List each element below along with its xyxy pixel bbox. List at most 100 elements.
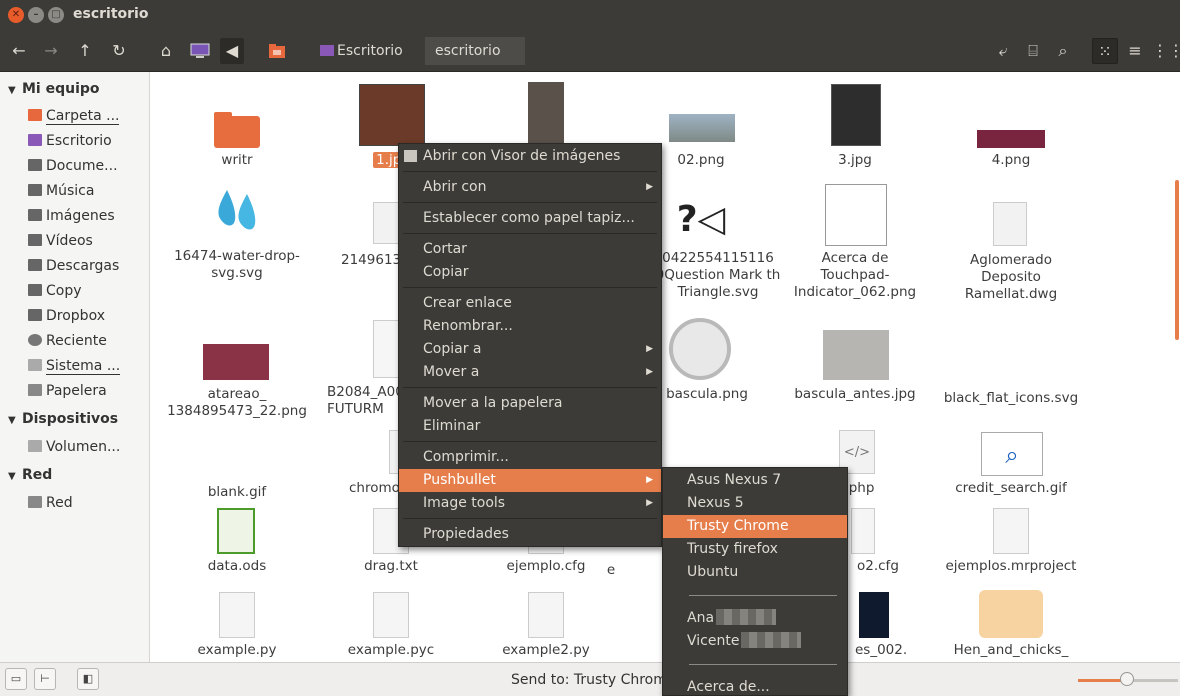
compact-view-icon[interactable]: ⋮⋮ bbox=[1152, 38, 1180, 64]
network-icon bbox=[28, 496, 42, 508]
sidebar-item-volumen[interactable]: Volumen... bbox=[28, 439, 120, 455]
file-item[interactable]: 16474-water-drop-svg.svg bbox=[167, 184, 307, 282]
back-arrow-icon[interactable]: ← bbox=[8, 38, 30, 64]
zoom-slider-handle[interactable] bbox=[1120, 672, 1134, 686]
breadcrumb-current[interactable]: escritorio bbox=[425, 37, 525, 65]
image-thumb bbox=[859, 592, 889, 638]
menu-item-mover-papelera[interactable]: Mover a la papelera bbox=[399, 392, 661, 415]
submenu-item-vicente[interactable]: Vicente bbox=[663, 630, 847, 653]
menu-item-cortar[interactable]: Cortar bbox=[399, 238, 661, 261]
menu-item-mover-a[interactable]: Mover a ▶ bbox=[399, 361, 661, 384]
reload-icon[interactable]: ↻ bbox=[108, 38, 130, 64]
file-item[interactable]: black_flat_icons.svg bbox=[941, 386, 1081, 407]
submenu-item-acerca-de[interactable]: Acerca de... bbox=[663, 676, 847, 696]
sidebar-item-papelera[interactable]: Papelera bbox=[28, 383, 107, 399]
grid-view-icon[interactable]: ⁙ bbox=[1092, 38, 1118, 64]
file-item[interactable]: ?◁ 0422554115116 0Question Mark th Trian… bbox=[643, 200, 793, 301]
file-item[interactable] bbox=[476, 82, 616, 150]
sidebar-item-carpeta[interactable]: Carpeta ... bbox=[28, 108, 120, 125]
file-item[interactable]: o2.cfg bbox=[841, 508, 911, 575]
sidebar-item-dropbox[interactable]: Dropbox bbox=[28, 308, 105, 324]
file-label: 3.jpg bbox=[838, 152, 872, 168]
file-item[interactable]: bascula_antes.jpg bbox=[785, 330, 925, 403]
drive-icon bbox=[28, 359, 42, 371]
computer-icon[interactable] bbox=[188, 38, 212, 64]
submenu-item-asus-nexus-7[interactable]: Asus Nexus 7 bbox=[663, 469, 847, 492]
minimize-window-button[interactable]: – bbox=[28, 7, 44, 23]
menu-item-abrir-visor[interactable]: Abrir con Visor de imágenes bbox=[399, 145, 661, 168]
path-scroll-left-button[interactable]: ◀ bbox=[220, 38, 244, 64]
file-item[interactable]: blank.gif bbox=[167, 480, 307, 501]
file-item[interactable]: ejemplos.mrproject bbox=[941, 508, 1081, 575]
menu-item-propiedades[interactable]: Propiedades bbox=[399, 523, 661, 546]
image-thumb bbox=[669, 114, 735, 142]
file-item[interactable]: Hen_and_chicks_ bbox=[941, 590, 1081, 659]
breadcrumb-escritorio[interactable]: Escritorio bbox=[310, 37, 413, 65]
document-icon bbox=[993, 202, 1027, 246]
sidebar-section-mi-equipo[interactable]: ▼ Mi equipo bbox=[8, 81, 100, 97]
file-label: atareao_ 1384895473_22.png bbox=[167, 386, 307, 419]
expand-arrow-icon: ▼ bbox=[8, 415, 16, 426]
file-label: example.pyc bbox=[347, 642, 435, 658]
file-item[interactable]: atareao_ 1384895473_22.png bbox=[167, 344, 307, 420]
file-item[interactable]: writr bbox=[167, 110, 307, 169]
menu-item-papel-tapiz[interactable]: Establecer como papel tapiz... bbox=[399, 207, 661, 230]
file-item[interactable]: example2.py bbox=[476, 592, 616, 659]
file-label: es_002. bbox=[855, 642, 908, 658]
submenu-item-trusty-firefox[interactable]: Trusty firefox bbox=[663, 538, 847, 561]
list-view-icon[interactable]: ≡ bbox=[1124, 38, 1146, 64]
show-places-button[interactable]: ▭ bbox=[5, 668, 27, 690]
sidebar-item-videos[interactable]: Vídeos bbox=[28, 233, 93, 249]
menu-item-copiar[interactable]: Copiar bbox=[399, 261, 661, 284]
sidebar-item-imagenes[interactable]: Imágenes bbox=[28, 208, 115, 224]
file-item[interactable]: example.py bbox=[167, 592, 307, 659]
file-item[interactable]: example.pyc bbox=[321, 592, 461, 659]
menu-item-copiar-a[interactable]: Copiar a ▶ bbox=[399, 338, 661, 361]
sidebar-item-documentos[interactable]: Docume... bbox=[28, 158, 118, 174]
search-thumb: ⌕ bbox=[981, 432, 1043, 476]
sidebar-item-sistema[interactable]: Sistema ... bbox=[28, 358, 121, 375]
forward-arrow-icon[interactable]: → bbox=[40, 38, 62, 64]
sidebar-item-reciente[interactable]: Reciente bbox=[28, 333, 107, 349]
submenu-item-ana[interactable]: Ana bbox=[663, 607, 847, 630]
close-window-button[interactable]: ✕ bbox=[8, 7, 24, 23]
sidebar-item-musica[interactable]: Música bbox=[28, 183, 94, 199]
pushbullet-submenu: Asus Nexus 7 Nexus 5 Trusty Chrome Trust… bbox=[662, 467, 848, 696]
submenu-item-ubuntu[interactable]: Ubuntu bbox=[663, 561, 847, 584]
menu-item-abrir-con[interactable]: Abrir con ▶ bbox=[399, 176, 661, 199]
sidebar-section-dispositivos[interactable]: ▼ Dispositivos bbox=[8, 411, 118, 427]
file-item[interactable]: e bbox=[591, 558, 631, 579]
up-arrow-icon[interactable]: ↑ bbox=[74, 38, 96, 64]
scrollbar[interactable] bbox=[1175, 180, 1179, 340]
submenu-item-nexus-5[interactable]: Nexus 5 bbox=[663, 492, 847, 515]
menu-item-image-tools[interactable]: Image tools ▶ bbox=[399, 492, 661, 515]
home-icon[interactable]: ⌂ bbox=[155, 38, 177, 64]
file-item[interactable]: es_002. bbox=[841, 592, 931, 659]
menu-item-eliminar[interactable]: Eliminar bbox=[399, 415, 661, 438]
show-tree-button[interactable]: ⊢ bbox=[34, 668, 56, 690]
file-item[interactable]: 3.jpg bbox=[785, 84, 925, 169]
connect-server-icon[interactable]: ⤶ bbox=[992, 38, 1014, 64]
menu-item-crear-enlace[interactable]: Crear enlace bbox=[399, 292, 661, 315]
sidebar-item-red[interactable]: Red bbox=[28, 495, 73, 511]
desktop-folder-icon[interactable] bbox=[266, 38, 288, 64]
search-icon[interactable]: ⌕ bbox=[1052, 38, 1074, 64]
file-item[interactable]: 4.png bbox=[941, 130, 1081, 169]
text-icon bbox=[528, 592, 564, 638]
sidebar-section-red[interactable]: ▼ Red bbox=[8, 467, 52, 483]
file-item[interactable]: ⌕ credit_search.gif bbox=[941, 432, 1081, 497]
file-item[interactable]: Aglomerado Deposito Ramellat.dwg bbox=[941, 202, 1081, 303]
sidebar-item-copy[interactable]: Copy bbox=[28, 283, 82, 299]
hen-thumb bbox=[979, 590, 1043, 638]
menu-item-comprimir[interactable]: Comprimir... bbox=[399, 446, 661, 469]
sidebar-item-escritorio[interactable]: Escritorio bbox=[28, 133, 112, 149]
open-folder-icon[interactable]: ⌸ bbox=[1022, 38, 1044, 64]
maximize-window-button[interactable]: □ bbox=[48, 7, 64, 23]
menu-item-renombrar[interactable]: Renombrar... bbox=[399, 315, 661, 338]
sidebar-item-descargas[interactable]: Descargas bbox=[28, 258, 119, 274]
file-item[interactable]: Acerca de Touchpad-Indicator_062.png bbox=[785, 184, 925, 301]
hide-sidebar-button[interactable]: ◧ bbox=[77, 668, 99, 690]
file-item[interactable]: data.ods bbox=[167, 508, 307, 575]
submenu-item-trusty-chrome[interactable]: Trusty Chrome bbox=[663, 515, 847, 538]
menu-item-pushbullet[interactable]: Pushbullet ▶ bbox=[399, 469, 661, 492]
